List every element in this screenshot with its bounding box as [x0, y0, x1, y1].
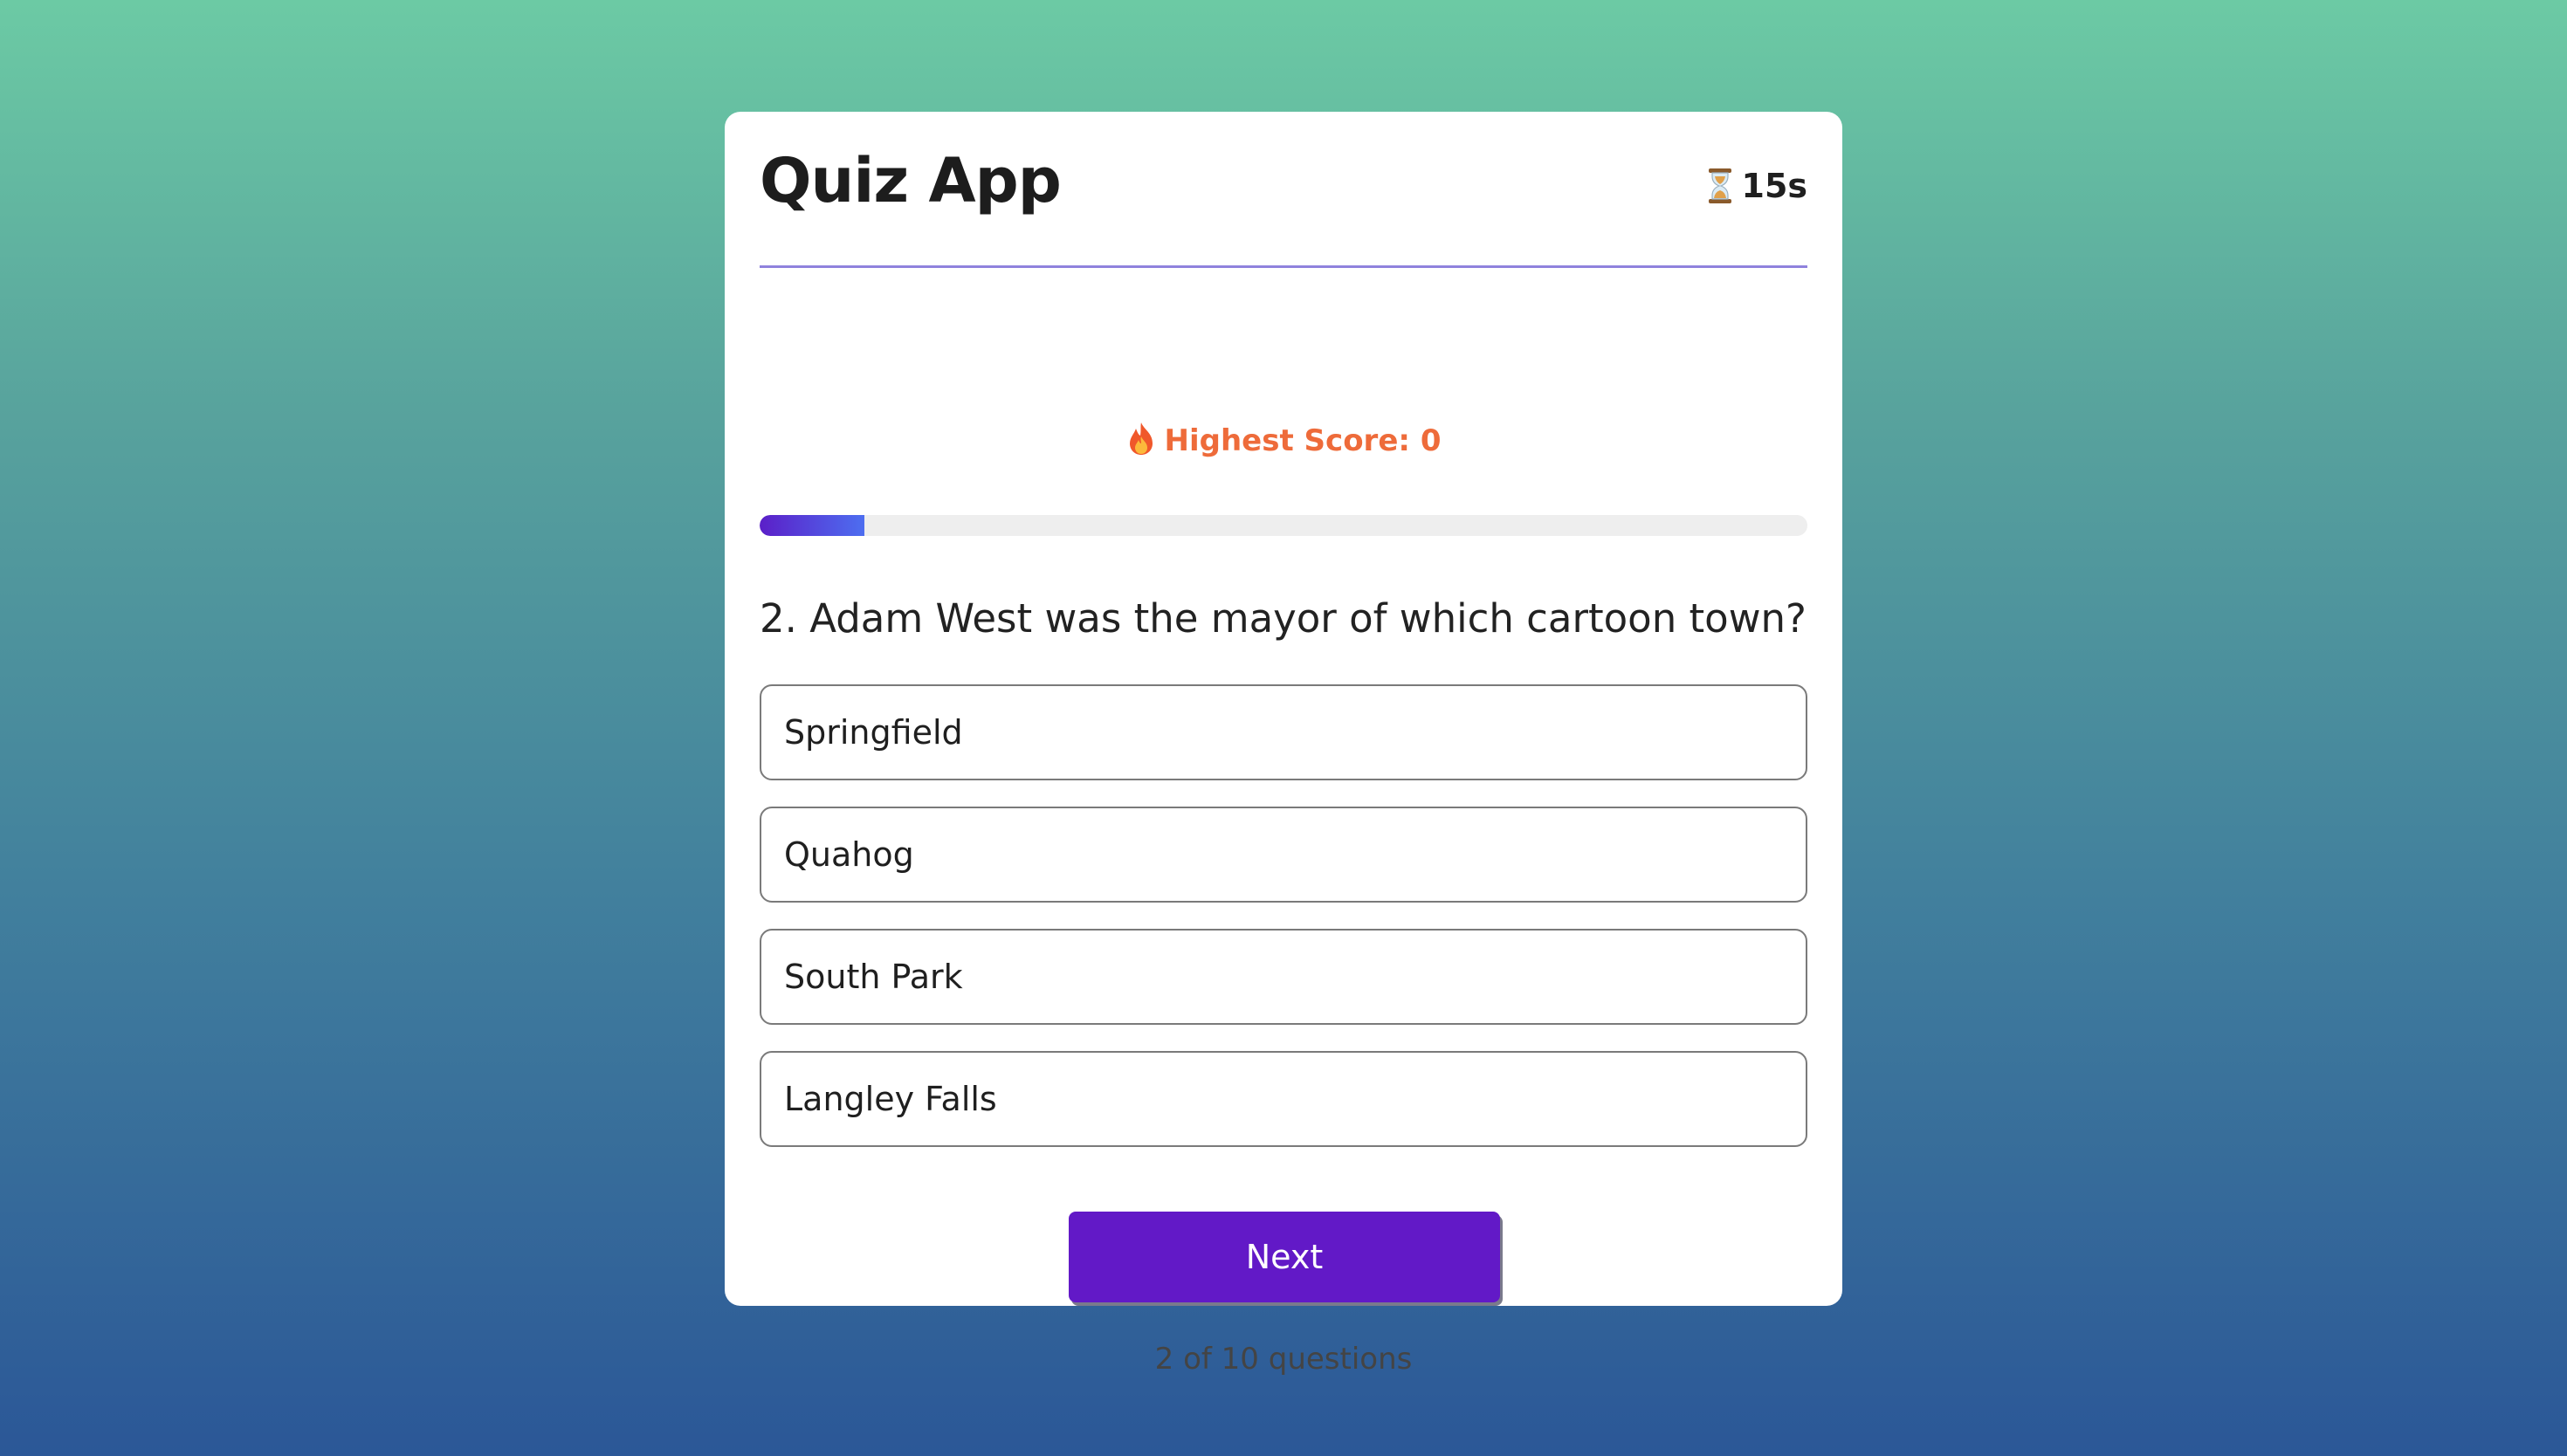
highest-score: Highest Score: 0 — [760, 421, 1807, 456]
answer-option[interactable]: Langley Falls — [760, 1051, 1807, 1147]
quiz-card: Quiz App 15s Highest Score: 0 2. Adam We… — [725, 112, 1842, 1374]
timer-value: 15s — [1741, 167, 1808, 205]
question-text: 2. Adam West was the mayor of which cart… — [760, 595, 1807, 642]
timer: 15s — [1707, 167, 1808, 205]
next-button[interactable]: Next — [1069, 1212, 1500, 1302]
answer-option[interactable]: Quahog — [760, 807, 1807, 903]
progress-bar — [760, 515, 1807, 536]
answer-option[interactable]: Springfield — [760, 684, 1807, 780]
answer-options: Springfield Quahog South Park Langley Fa… — [760, 684, 1807, 1173]
answer-option-label: Springfield — [784, 713, 963, 752]
question-counter: 2 of 10 questions — [1154, 1342, 1413, 1377]
highest-score-label: Highest Score: 0 — [1164, 423, 1442, 458]
progress-bar-fill — [760, 515, 864, 536]
answer-option[interactable]: South Park — [760, 929, 1807, 1025]
app-title: Quiz App — [760, 145, 1062, 216]
answer-option-label: Langley Falls — [784, 1080, 997, 1118]
answer-option-label: Quahog — [784, 835, 914, 874]
hourglass-icon — [1707, 168, 1733, 204]
flame-icon — [1126, 421, 1156, 456]
answer-option-label: South Park — [784, 958, 963, 996]
quiz-header: Quiz App 15s — [760, 112, 1807, 268]
